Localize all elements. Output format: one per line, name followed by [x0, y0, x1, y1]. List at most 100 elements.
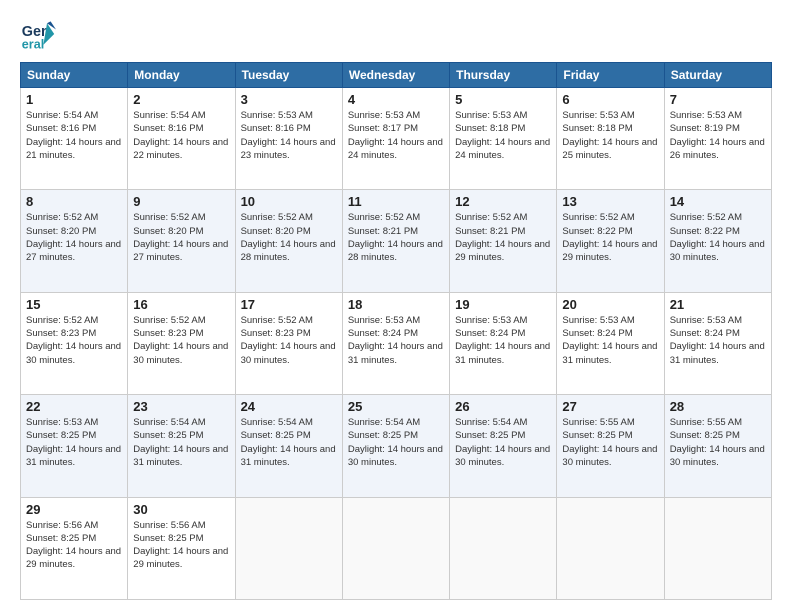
calendar-cell: 1 Sunrise: 5:54 AMSunset: 8:16 PMDaylight…: [21, 88, 128, 190]
calendar-cell: 16 Sunrise: 5:52 AMSunset: 8:23 PMDayligh…: [128, 292, 235, 394]
logo: Gen eral: [20, 16, 62, 52]
svg-text:eral: eral: [22, 37, 44, 51]
calendar-cell: 18 Sunrise: 5:53 AMSunset: 8:24 PMDayligh…: [342, 292, 449, 394]
calendar-week-row: 1 Sunrise: 5:54 AMSunset: 8:16 PMDaylight…: [21, 88, 772, 190]
calendar-cell: 30Sunrise: 5:56 AMSunset: 8:25 PMDayligh…: [128, 497, 235, 599]
day-number: 17: [241, 297, 337, 312]
calendar-body: 1 Sunrise: 5:54 AMSunset: 8:16 PMDaylight…: [21, 88, 772, 600]
calendar-cell: [664, 497, 771, 599]
calendar-cell: 8 Sunrise: 5:52 AMSunset: 8:20 PMDaylight…: [21, 190, 128, 292]
calendar-cell: 19Sunrise: 5:53 AMSunset: 8:24 PMDayligh…: [450, 292, 557, 394]
calendar-table: SundayMondayTuesdayWednesdayThursdayFrid…: [20, 62, 772, 600]
calendar-cell: 5 Sunrise: 5:53 AMSunset: 8:18 PMDaylight…: [450, 88, 557, 190]
cell-info: Sunrise: 5:56 AMSunset: 8:25 PMDaylight:…: [26, 520, 121, 571]
day-number: 18: [348, 297, 444, 312]
calendar-cell: 20Sunrise: 5:53 AMSunset: 8:24 PMDayligh…: [557, 292, 664, 394]
cell-info: Sunrise: 5:52 AMSunset: 8:21 PMDaylight:…: [348, 212, 443, 263]
calendar-week-row: 22 Sunrise: 5:53 AMSunset: 8:25 PMDayligh…: [21, 395, 772, 497]
cell-info: Sunrise: 5:55 AMSunset: 8:25 PMDaylight:…: [670, 417, 765, 468]
calendar-cell: 23 Sunrise: 5:54 AMSunset: 8:25 PMDayligh…: [128, 395, 235, 497]
day-number: 27: [562, 399, 658, 414]
calendar-cell: 28 Sunrise: 5:55 AMSunset: 8:25 PMDayligh…: [664, 395, 771, 497]
cell-info: Sunrise: 5:52 AMSunset: 8:22 PMDaylight:…: [562, 212, 657, 263]
cell-info: Sunrise: 5:54 AMSunset: 8:25 PMDaylight:…: [348, 417, 443, 468]
cell-info: Sunrise: 5:53 AMSunset: 8:17 PMDaylight:…: [348, 110, 443, 161]
cell-info: Sunrise: 5:52 AMSunset: 8:22 PMDaylight:…: [670, 212, 765, 263]
cell-info: Sunrise: 5:53 AMSunset: 8:16 PMDaylight:…: [241, 110, 336, 161]
calendar-cell: 3 Sunrise: 5:53 AMSunset: 8:16 PMDaylight…: [235, 88, 342, 190]
column-header-monday: Monday: [128, 63, 235, 88]
cell-info: Sunrise: 5:53 AMSunset: 8:24 PMDaylight:…: [348, 315, 443, 366]
calendar-week-row: 29 Sunrise: 5:56 AMSunset: 8:25 PMDayligh…: [21, 497, 772, 599]
day-number: 29: [26, 502, 122, 517]
calendar-cell: 26 Sunrise: 5:54 AMSunset: 8:25 PMDayligh…: [450, 395, 557, 497]
logo-icon: Gen eral: [20, 16, 56, 52]
cell-info: Sunrise: 5:54 AMSunset: 8:16 PMDaylight:…: [133, 110, 228, 161]
header: Gen eral: [20, 16, 772, 52]
column-header-tuesday: Tuesday: [235, 63, 342, 88]
day-number: 2: [133, 92, 229, 107]
calendar-cell: 4 Sunrise: 5:53 AMSunset: 8:17 PMDaylight…: [342, 88, 449, 190]
cell-info: Sunrise: 5:54 AMSunset: 8:25 PMDaylight:…: [455, 417, 550, 468]
cell-info: Sunrise: 5:53 AMSunset: 8:18 PMDaylight:…: [455, 110, 550, 161]
cell-info: Sunrise: 5:53 AMSunset: 8:25 PMDaylight:…: [26, 417, 121, 468]
column-header-friday: Friday: [557, 63, 664, 88]
cell-info: Sunrise: 5:54 AMSunset: 8:25 PMDaylight:…: [133, 417, 228, 468]
day-number: 24: [241, 399, 337, 414]
calendar-cell: 15 Sunrise: 5:52 AMSunset: 8:23 PMDayligh…: [21, 292, 128, 394]
calendar-cell: 21Sunrise: 5:53 AMSunset: 8:24 PMDayligh…: [664, 292, 771, 394]
column-header-sunday: Sunday: [21, 63, 128, 88]
calendar-cell: 22 Sunrise: 5:53 AMSunset: 8:25 PMDayligh…: [21, 395, 128, 497]
calendar-cell: [557, 497, 664, 599]
calendar-cell: [235, 497, 342, 599]
column-header-thursday: Thursday: [450, 63, 557, 88]
page: Gen eral SundayMondayTuesdayWednesdayThu…: [0, 0, 792, 612]
calendar-cell: 17Sunrise: 5:52 AMSunset: 8:23 PMDayligh…: [235, 292, 342, 394]
calendar-header-row: SundayMondayTuesdayWednesdayThursdayFrid…: [21, 63, 772, 88]
calendar-cell: [342, 497, 449, 599]
calendar-cell: 14Sunrise: 5:52 AMSunset: 8:22 PMDayligh…: [664, 190, 771, 292]
cell-info: Sunrise: 5:52 AMSunset: 8:20 PMDaylight:…: [241, 212, 336, 263]
cell-info: Sunrise: 5:52 AMSunset: 8:23 PMDaylight:…: [26, 315, 121, 366]
day-number: 30: [133, 502, 229, 517]
calendar-week-row: 15 Sunrise: 5:52 AMSunset: 8:23 PMDayligh…: [21, 292, 772, 394]
calendar-cell: 29 Sunrise: 5:56 AMSunset: 8:25 PMDayligh…: [21, 497, 128, 599]
cell-info: Sunrise: 5:54 AMSunset: 8:16 PMDaylight:…: [26, 110, 121, 161]
cell-info: Sunrise: 5:52 AMSunset: 8:20 PMDaylight:…: [26, 212, 121, 263]
calendar-cell: 12 Sunrise: 5:52 AMSunset: 8:21 PMDayligh…: [450, 190, 557, 292]
day-number: 19: [455, 297, 551, 312]
day-number: 20: [562, 297, 658, 312]
calendar-cell: 7Sunrise: 5:53 AMSunset: 8:19 PMDaylight…: [664, 88, 771, 190]
day-number: 4: [348, 92, 444, 107]
cell-info: Sunrise: 5:55 AMSunset: 8:25 PMDaylight:…: [562, 417, 657, 468]
day-number: 16: [133, 297, 229, 312]
calendar-cell: 25 Sunrise: 5:54 AMSunset: 8:25 PMDayligh…: [342, 395, 449, 497]
column-header-wednesday: Wednesday: [342, 63, 449, 88]
cell-info: Sunrise: 5:53 AMSunset: 8:18 PMDaylight:…: [562, 110, 657, 161]
day-number: 10: [241, 194, 337, 209]
day-number: 6: [562, 92, 658, 107]
day-number: 8: [26, 194, 122, 209]
day-number: 25: [348, 399, 444, 414]
day-number: 1: [26, 92, 122, 107]
cell-info: Sunrise: 5:52 AMSunset: 8:20 PMDaylight:…: [133, 212, 228, 263]
day-number: 11: [348, 194, 444, 209]
day-number: 23: [133, 399, 229, 414]
calendar-cell: 24Sunrise: 5:54 AMSunset: 8:25 PMDayligh…: [235, 395, 342, 497]
cell-info: Sunrise: 5:52 AMSunset: 8:21 PMDaylight:…: [455, 212, 550, 263]
day-number: 15: [26, 297, 122, 312]
day-number: 5: [455, 92, 551, 107]
column-header-saturday: Saturday: [664, 63, 771, 88]
day-number: 22: [26, 399, 122, 414]
day-number: 3: [241, 92, 337, 107]
calendar-cell: 9Sunrise: 5:52 AMSunset: 8:20 PMDaylight…: [128, 190, 235, 292]
calendar-cell: 6 Sunrise: 5:53 AMSunset: 8:18 PMDaylight…: [557, 88, 664, 190]
day-number: 12: [455, 194, 551, 209]
day-number: 26: [455, 399, 551, 414]
calendar-week-row: 8 Sunrise: 5:52 AMSunset: 8:20 PMDaylight…: [21, 190, 772, 292]
day-number: 28: [670, 399, 766, 414]
day-number: 7: [670, 92, 766, 107]
cell-info: Sunrise: 5:52 AMSunset: 8:23 PMDaylight:…: [133, 315, 228, 366]
calendar-cell: 2 Sunrise: 5:54 AMSunset: 8:16 PMDaylight…: [128, 88, 235, 190]
cell-info: Sunrise: 5:53 AMSunset: 8:24 PMDaylight:…: [670, 315, 765, 366]
